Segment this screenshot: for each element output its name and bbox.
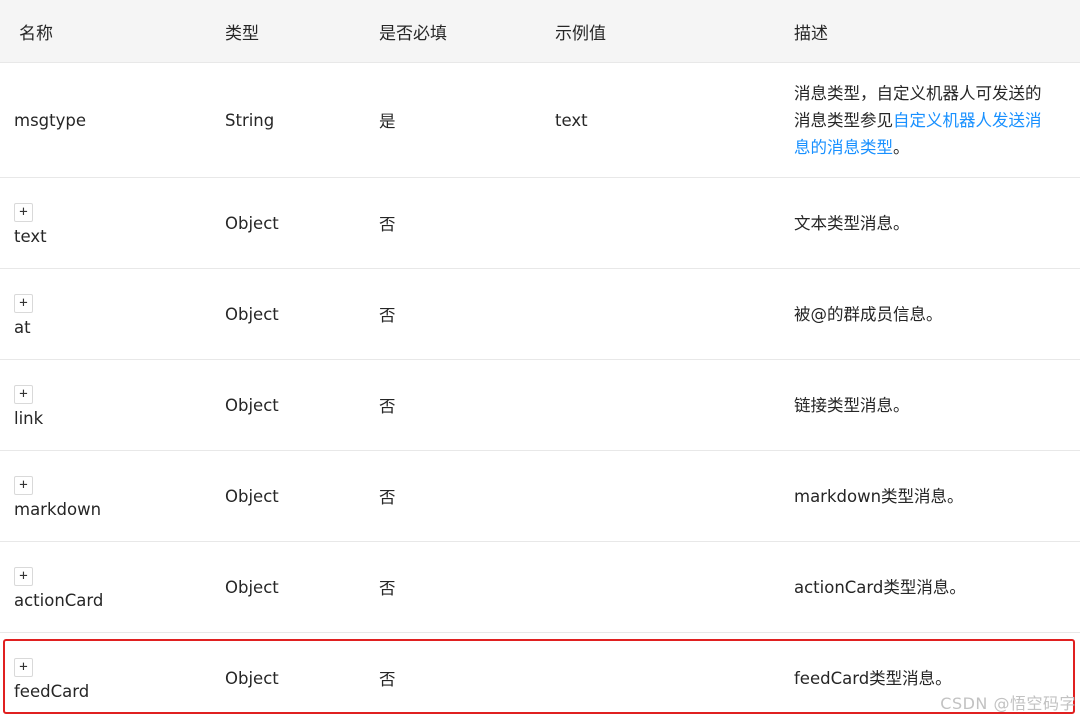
- param-name: feedCard: [14, 681, 90, 701]
- cell-type: Object: [211, 359, 365, 451]
- table-row-link: + link Object 否 链接类型消息。: [0, 359, 1080, 451]
- cell-required: 否: [365, 541, 541, 633]
- param-name: actionCard: [14, 590, 104, 610]
- cell-name: + markdown: [0, 450, 211, 542]
- header-type: 类型: [211, 0, 365, 63]
- header-required: 是否必填: [365, 0, 541, 63]
- table-row-at: + at Object 否 被@的群成员信息。: [0, 268, 1080, 360]
- header-description: 描述: [780, 0, 1080, 63]
- cell-name: + text: [0, 177, 211, 269]
- cell-name: + link: [0, 359, 211, 451]
- cell-name: + feedCard: [0, 633, 211, 720]
- cell-type: Object: [211, 450, 365, 542]
- cell-required: 否: [365, 177, 541, 269]
- description-suffix: 。: [893, 137, 910, 157]
- cell-required: 否: [365, 359, 541, 451]
- cell-description: markdown类型消息。: [780, 450, 1080, 542]
- cell-name: msgtype: [0, 62, 211, 178]
- table-row-actioncard: + actionCard Object 否 actionCard类型消息。: [0, 541, 1080, 633]
- cell-description: 消息类型，自定义机器人可发送的消息类型参见自定义机器人发送消息的消息类型。: [780, 62, 1080, 178]
- cell-type: Object: [211, 177, 365, 269]
- table-row-text: + text Object 否 文本类型消息。: [0, 177, 1080, 269]
- cell-description: 链接类型消息。: [780, 359, 1080, 451]
- cell-type: String: [211, 62, 365, 178]
- cell-description: 被@的群成员信息。: [780, 268, 1080, 360]
- table-body: msgtype String 是 text 消息类型，自定义机器人可发送的消息类…: [0, 62, 1080, 720]
- header-example: 示例值: [541, 0, 780, 63]
- parameters-table: 名称 类型 是否必填 示例值 描述 msgtype String 是 text …: [0, 0, 1080, 720]
- param-name: markdown: [14, 499, 102, 519]
- expand-link-button[interactable]: +: [14, 384, 33, 404]
- cell-type: Object: [225, 668, 279, 688]
- table-row-markdown: + markdown Object 否 markdown类型消息。: [0, 450, 1080, 542]
- table-row-msgtype: msgtype String 是 text 消息类型，自定义机器人可发送的消息类…: [0, 62, 1080, 178]
- cell-name: + at: [0, 268, 211, 360]
- cell-name: + actionCard: [0, 541, 211, 633]
- cell-example: [541, 633, 780, 720]
- cell-required: 否: [365, 268, 541, 360]
- expand-at-button[interactable]: +: [14, 293, 33, 313]
- cell-example: text: [541, 62, 780, 178]
- header-row: 名称 类型 是否必填 示例值 描述: [0, 0, 1080, 63]
- cell-example: [541, 541, 780, 633]
- cell-type: Object: [211, 268, 365, 360]
- cell-type: Object: [211, 541, 365, 633]
- cell-example: [541, 268, 780, 360]
- header-name: 名称: [0, 0, 211, 63]
- cell-example: [541, 359, 780, 451]
- cell-example: [541, 177, 780, 269]
- cell-description: 文本类型消息。: [780, 177, 1080, 269]
- param-name: link: [14, 408, 44, 428]
- expand-text-button[interactable]: +: [14, 202, 33, 222]
- expand-feedcard-button[interactable]: +: [14, 657, 33, 677]
- watermark: CSDN @悟空码字: [940, 694, 1076, 713]
- expand-actioncard-button[interactable]: +: [14, 566, 33, 586]
- cell-required: 否: [365, 450, 541, 542]
- table-row-feedcard: + feedCard Object 否 feedCard类型消息。: [0, 633, 1080, 720]
- param-name: at: [14, 317, 31, 337]
- table-header: 名称 类型 是否必填 示例值 描述: [0, 0, 1080, 63]
- cell-required: 是: [365, 62, 541, 178]
- cell-example: [541, 450, 780, 542]
- expand-markdown-button[interactable]: +: [14, 475, 33, 495]
- cell-description: actionCard类型消息。: [780, 541, 1080, 633]
- cell-required: 否: [379, 670, 396, 689]
- param-name: text: [14, 226, 47, 246]
